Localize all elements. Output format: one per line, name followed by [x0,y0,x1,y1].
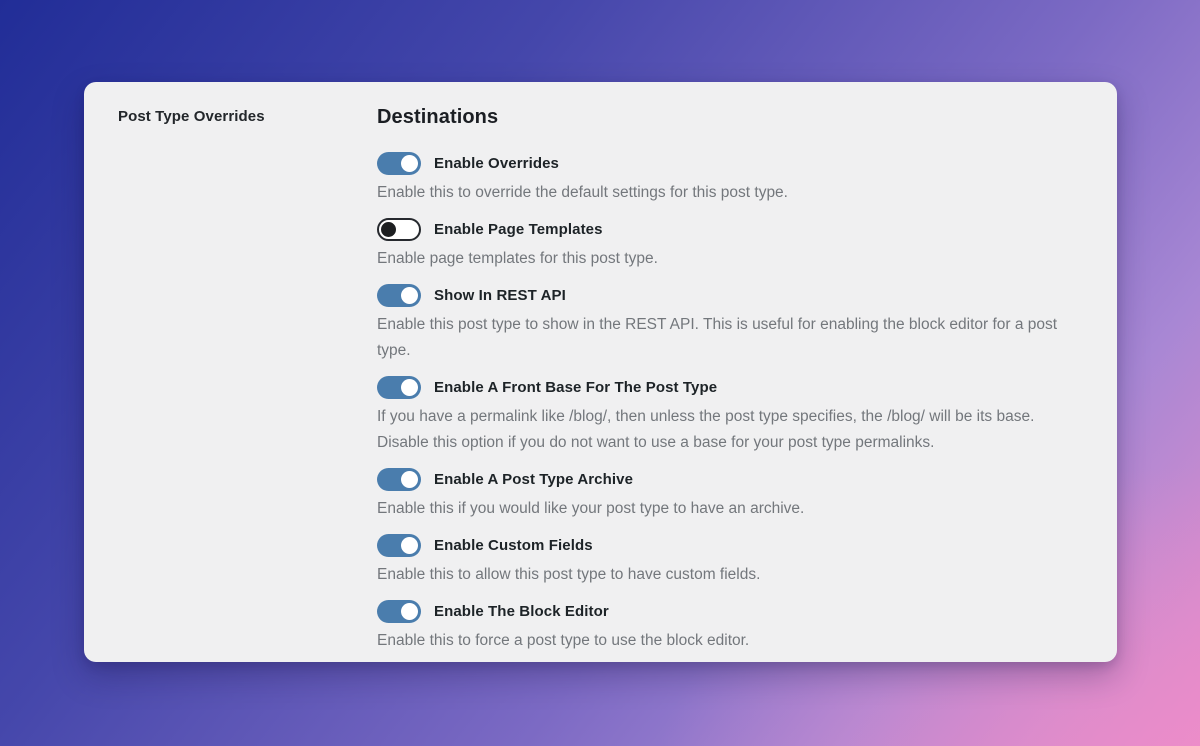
setting-label: Enable Custom Fields [434,537,593,554]
toggle-enable-overrides[interactable] [377,152,421,175]
setting-row: Show In REST API Enable this post type to… [377,284,1081,364]
setting-description: Enable this to allow this post type to h… [377,562,1079,588]
toggle-enable-a-front-base-for-the-post-type[interactable] [377,376,421,399]
setting-row: Enable Page Templates Enable page templat… [377,218,1081,272]
setting-head: Enable Page Templates [377,218,1081,241]
setting-row: Enable Overrides Enable this to override … [377,152,1081,206]
setting-description: Enable page templates for this post type… [377,246,1079,272]
setting-label: Enable The Block Editor [434,603,609,620]
settings-sidebar: Post Type Overrides [118,106,377,666]
setting-description: Enable this to override the default sett… [377,180,1079,206]
toggle-knob [401,155,418,172]
setting-head: Enable A Front Base For The Post Type [377,376,1081,399]
settings-content: Destinations Enable Overrides Enable this… [377,106,1081,666]
page-title: Destinations [377,106,1081,129]
setting-head: Enable Custom Fields [377,534,1081,557]
toggle-enable-the-block-editor[interactable] [377,600,421,623]
toggle-knob [381,222,396,237]
setting-head: Show In REST API [377,284,1081,307]
settings-panel: Post Type Overrides Destinations Enable … [84,82,1117,662]
setting-row: Enable A Front Base For The Post Type If … [377,376,1081,456]
setting-description: Enable this to force a post type to use … [377,628,1079,654]
setting-label: Enable A Post Type Archive [434,471,633,488]
setting-label: Show In REST API [434,287,566,304]
setting-description: If you have a permalink like /blog/, the… [377,404,1079,456]
setting-head: Enable Overrides [377,152,1081,175]
toggle-enable-a-post-type-archive[interactable] [377,468,421,491]
setting-description: Enable this if you would like your post … [377,496,1079,522]
setting-label: Enable Page Templates [434,221,603,238]
settings-list: Enable Overrides Enable this to override … [377,152,1081,654]
setting-row: Enable The Block Editor Enable this to fo… [377,600,1081,654]
desktop-background: Post Type Overrides Destinations Enable … [0,0,1200,746]
toggle-enable-page-templates[interactable] [377,218,421,241]
setting-head: Enable The Block Editor [377,600,1081,623]
setting-label: Enable A Front Base For The Post Type [434,379,717,396]
toggle-show-in-rest-api[interactable] [377,284,421,307]
toggle-knob [401,471,418,488]
toggle-knob [401,603,418,620]
setting-row: Enable A Post Type Archive Enable this if… [377,468,1081,522]
toggle-knob [401,537,418,554]
setting-label: Enable Overrides [434,155,559,172]
toggle-enable-custom-fields[interactable] [377,534,421,557]
toggle-knob [401,379,418,396]
section-title: Post Type Overrides [118,108,377,125]
setting-description: Enable this post type to show in the RES… [377,312,1079,364]
setting-row: Enable Custom Fields Enable this to allow… [377,534,1081,588]
toggle-knob [401,287,418,304]
setting-head: Enable A Post Type Archive [377,468,1081,491]
